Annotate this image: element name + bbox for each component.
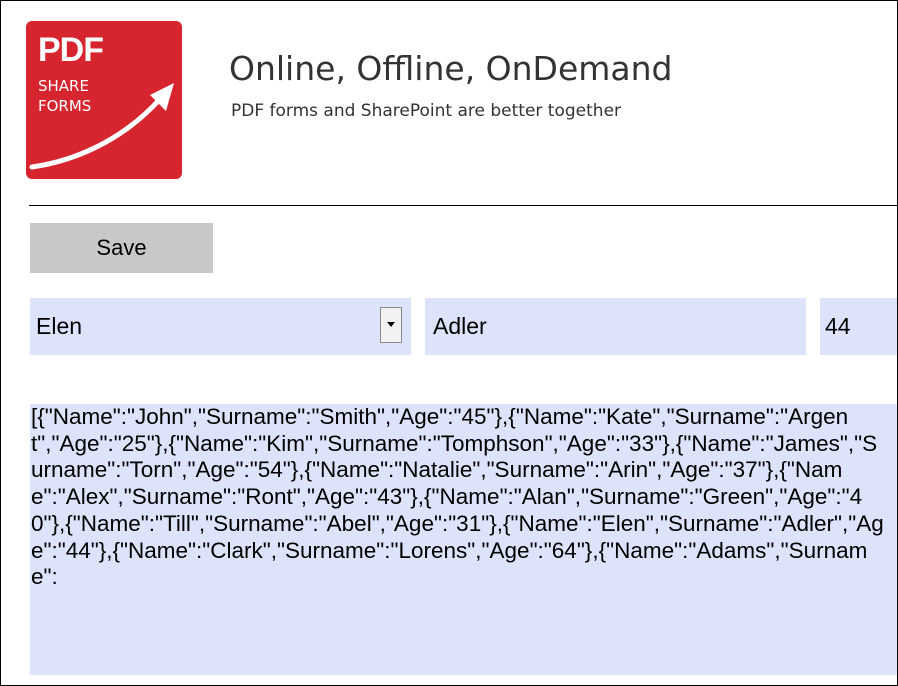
chevron-down-icon [387, 322, 395, 327]
json-data-textarea[interactable]: [{"Name":"John","Surname":"Smith","Age":… [30, 404, 897, 675]
header-divider [29, 205, 897, 206]
surname-field-value: Adler [433, 313, 487, 339]
page-subtitle: PDF forms and SharePoint are better toge… [231, 101, 622, 121]
age-field[interactable]: 44 [820, 298, 897, 355]
name-select[interactable]: Elen [30, 298, 411, 355]
page-title: Online, Offline, OnDemand [229, 49, 673, 88]
save-button[interactable]: Save [30, 223, 213, 273]
form-frame: PDF SHARE FORMS Online, Offline, OnDeman… [0, 0, 898, 686]
surname-field[interactable]: Adler [425, 298, 806, 355]
age-field-value: 44 [825, 313, 851, 339]
name-select-value: Elen [36, 313, 83, 339]
arrow-up-right-icon [29, 83, 174, 170]
pdf-share-forms-logo: PDF SHARE FORMS [26, 21, 182, 179]
dropdown-button[interactable] [380, 307, 402, 343]
